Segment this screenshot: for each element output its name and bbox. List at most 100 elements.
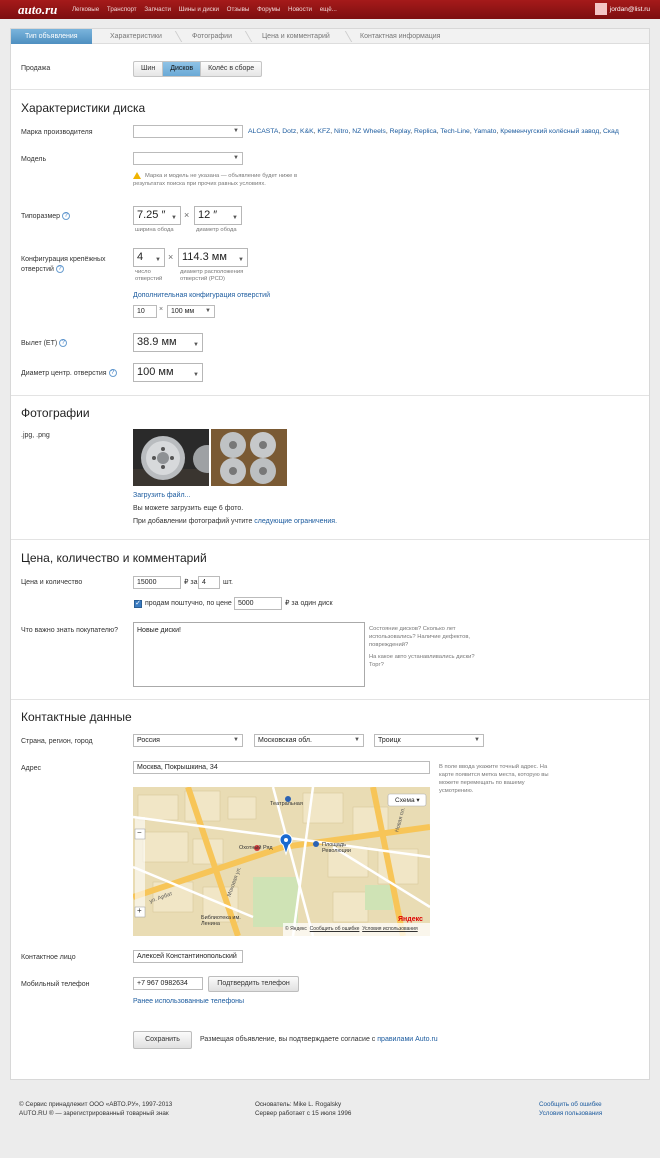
user-email[interactable]: jordan@list.ru bbox=[610, 6, 650, 13]
center-bore-select[interactable]: 100 мм ▼ bbox=[133, 363, 203, 382]
sale-label: Продажа bbox=[21, 65, 51, 72]
phone-label: Мобильный телефон bbox=[21, 981, 90, 988]
brand-link[interactable]: NZ Wheels bbox=[352, 128, 386, 135]
brand-link[interactable]: Dotz bbox=[282, 128, 296, 135]
extra-bolt-config-link[interactable]: Дополнительная конфигурация отверстий bbox=[133, 291, 270, 301]
confirm-phone-button[interactable]: Подтвердить телефон bbox=[208, 976, 299, 992]
help-icon[interactable]: ? bbox=[108, 369, 117, 378]
contact-person-input[interactable]: Алексей Константинопольский bbox=[133, 950, 243, 963]
comment-hint-condition: Состояние дисков? Сколько лет использова… bbox=[369, 626, 471, 648]
help-icon[interactable]: ? bbox=[55, 265, 64, 274]
brand-link[interactable]: K&K bbox=[300, 128, 314, 135]
city-select[interactable]: Троицк ▼ bbox=[374, 734, 484, 747]
map-terms-link[interactable]: Условия использования bbox=[362, 926, 418, 932]
offset-select[interactable]: 38.9 мм ▼ bbox=[133, 333, 203, 352]
extra-pcd-select[interactable]: 100 мм ▼ bbox=[167, 305, 215, 318]
nav-item-more[interactable]: ещё... bbox=[320, 6, 337, 13]
sale-type-toggle: Шин Дисков Колёс в сборе bbox=[133, 61, 263, 77]
country-select[interactable]: Россия ▼ bbox=[133, 734, 243, 747]
times-sign: × bbox=[168, 252, 174, 262]
nav-item-reviews[interactable]: Отзывы bbox=[227, 6, 250, 13]
step-photos[interactable]: Фотографии bbox=[192, 33, 232, 40]
nav-item-cars[interactable]: Легковые bbox=[72, 6, 99, 13]
nav-item-parts[interactable]: Запчасти bbox=[144, 6, 171, 13]
ad-form-card: Тип объявления Характеристики Фотографии… bbox=[10, 28, 650, 1080]
chevron-down-icon: ▼ bbox=[155, 257, 161, 263]
sale-option-tires[interactable]: Шин bbox=[134, 62, 164, 76]
step-divider bbox=[167, 31, 183, 42]
help-icon[interactable]: ? bbox=[62, 212, 71, 221]
extra-holes-input[interactable]: 10 bbox=[133, 305, 157, 318]
brand-link[interactable]: Replica bbox=[414, 128, 437, 135]
help-icon[interactable]: ? bbox=[59, 339, 68, 348]
model-select[interactable]: ▼ bbox=[133, 152, 243, 165]
sell-by-piece-label: продам поштучно, по цене bbox=[145, 600, 232, 607]
warning-icon bbox=[133, 172, 141, 179]
photo-thumbnail[interactable] bbox=[133, 429, 221, 486]
divider bbox=[11, 89, 649, 90]
nav-item-news[interactable]: Новости bbox=[288, 6, 312, 13]
brand-link[interactable]: ALCASTA bbox=[248, 128, 278, 135]
model-label: Модель bbox=[21, 156, 47, 163]
brand-link[interactable]: Кременчугский колёсный завод bbox=[500, 128, 599, 135]
step-characteristics[interactable]: Характеристики bbox=[110, 33, 162, 40]
rim-width-select[interactable]: 7.25 ″ ▼ bbox=[133, 206, 181, 225]
price-qty-label: Цена и количество bbox=[21, 579, 83, 586]
rim-diameter-select[interactable]: 12 ″ ▼ bbox=[194, 206, 242, 225]
holes-count-select[interactable]: 4 ▼ bbox=[133, 248, 165, 267]
zoom-in-icon[interactable]: + bbox=[137, 906, 142, 915]
footer-founder: Основатель: Mike L. Rogalsky Сервер рабо… bbox=[255, 1101, 352, 1117]
terms-of-use-link[interactable]: Условия пользования bbox=[539, 1109, 602, 1118]
price-input[interactable]: 15000 bbox=[133, 576, 181, 589]
brand-link[interactable]: Tech-Line bbox=[440, 128, 469, 135]
address-input[interactable]: Москва, Покрышкина, 34 bbox=[133, 761, 430, 774]
times-sign: × bbox=[184, 210, 190, 220]
step-price[interactable]: Цена и комментарий bbox=[262, 33, 330, 40]
used-phones-link[interactable]: Ранее использованные телефоны bbox=[133, 997, 244, 1007]
piece-price-unit: ₽ за один диск bbox=[285, 600, 333, 607]
disk-section-title: Характеристики диска bbox=[21, 101, 146, 115]
sell-by-piece-checkbox[interactable]: ✓ bbox=[134, 600, 142, 608]
nav-item-tires[interactable]: Шины и диски bbox=[179, 6, 219, 13]
site-logo[interactable]: auto.ru bbox=[18, 2, 57, 18]
map-report-link[interactable]: Сообщить об ошибке bbox=[310, 926, 360, 932]
brand-select[interactable]: ▼ bbox=[133, 125, 243, 138]
save-button[interactable]: Сохранить bbox=[133, 1031, 192, 1049]
region-label: Страна, регион, город bbox=[21, 738, 93, 745]
rules-link[interactable]: правилами Auto.ru bbox=[377, 1036, 437, 1043]
avatar bbox=[594, 3, 607, 15]
zoom-out-icon[interactable]: − bbox=[137, 828, 142, 837]
rim-diameter-caption: диаметр обода bbox=[196, 227, 237, 233]
model-hint: Марка и модель не указана — объявление б… bbox=[133, 172, 298, 187]
brand-link[interactable]: Replay bbox=[390, 128, 411, 135]
contact-person-label: Контактное лицо bbox=[21, 954, 76, 961]
step-ad-type[interactable]: Тип объявления bbox=[11, 29, 92, 44]
brand-link[interactable]: Скад bbox=[603, 128, 619, 135]
report-error-link[interactable]: Сообщить об ошибке bbox=[539, 1100, 602, 1109]
pcd-select[interactable]: 114.3 мм ▼ bbox=[178, 248, 248, 267]
yandex-logo: Яндекс bbox=[398, 916, 423, 923]
upload-file-link[interactable]: Загрузить файл... bbox=[133, 491, 190, 501]
step-contacts[interactable]: Контактная информация bbox=[360, 33, 440, 40]
sale-option-disks[interactable]: Дисков bbox=[163, 62, 202, 76]
region-select[interactable]: Московская обл. ▼ bbox=[254, 734, 364, 747]
address-map[interactable]: Схема ▾ − + Театральная Охотный Ряд Площ… bbox=[133, 787, 430, 936]
brand-link[interactable]: Nitro bbox=[334, 128, 348, 135]
piece-price-input[interactable]: 5000 bbox=[234, 597, 282, 610]
map-type-select[interactable]: Схема ▾ bbox=[395, 796, 420, 804]
brand-link[interactable]: Yamato bbox=[474, 128, 497, 135]
photo-thumbnail[interactable] bbox=[211, 429, 287, 486]
brand-link[interactable]: KFZ bbox=[317, 128, 330, 135]
top-nav: Легковые Транспорт Запчасти Шины и диски… bbox=[72, 6, 343, 13]
rim-width-caption: ширина обода bbox=[135, 227, 174, 233]
phone-input[interactable]: +7 967 0982634 bbox=[133, 977, 203, 990]
nav-item-forums[interactable]: Форумы bbox=[257, 6, 280, 13]
sale-option-wheels[interactable]: Колёс в сборе bbox=[201, 62, 261, 76]
user-menu[interactable]: jordan@list.ru bbox=[594, 3, 650, 15]
divider bbox=[11, 699, 649, 700]
chevron-down-icon: ▼ bbox=[232, 215, 238, 221]
comment-textarea[interactable]: Новые диски! bbox=[133, 622, 365, 687]
quantity-input[interactable]: 4 bbox=[198, 576, 220, 589]
nav-item-transport[interactable]: Транспорт bbox=[107, 6, 137, 13]
photo-limits-link[interactable]: следующие ограничения. bbox=[254, 518, 337, 525]
